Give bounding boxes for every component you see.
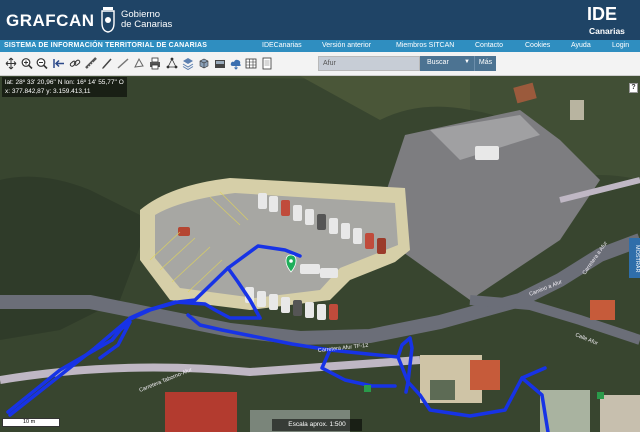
top-navigation: SISTEMA DE INFORMACIÓN TERRITORIAL DE CA…	[0, 40, 640, 52]
more-button[interactable]: Más	[474, 56, 496, 71]
search-button-label: Buscar	[427, 59, 449, 66]
zoom-out-icon[interactable]	[36, 57, 48, 70]
help-button[interactable]: ?	[629, 83, 638, 93]
search-input[interactable]: Afur	[318, 56, 420, 71]
gobierno-line2: de Canarias	[121, 19, 173, 30]
canarias-shield-icon	[101, 7, 115, 33]
nav-link-version-anterior[interactable]: Versión anterior	[322, 42, 371, 49]
orthophoto-layer: Carretera Taborno-Afur Carretera Afur TF…	[0, 76, 640, 432]
coordinate-utm: x: 377.842,87 y: 3.159.413,11	[5, 88, 91, 95]
search-button[interactable]: Buscar ▼	[420, 56, 474, 71]
polygon-icon[interactable]	[133, 57, 145, 70]
coordinate-latlon: lat: 28º 33' 20,96'' N lon: 16º 14' 55,7…	[5, 79, 124, 86]
zoom-in-icon[interactable]	[21, 57, 33, 70]
side-panel-toggle[interactable]: MOSTRAR	[629, 238, 640, 278]
measure-icon[interactable]	[85, 57, 97, 70]
ide-subtitle: Canarias	[589, 26, 625, 36]
system-title: SISTEMA DE INFORMACIÓN TERRITORIAL DE CA…	[4, 42, 208, 49]
nav-link-cookies[interactable]: Cookies	[525, 42, 550, 49]
chevron-down-icon: ▼	[464, 59, 470, 65]
nav-link-idecanarias[interactable]: IDECanarias	[262, 42, 302, 49]
line-icon[interactable]	[117, 57, 129, 70]
cloud-icon[interactable]	[230, 57, 242, 70]
pan-icon[interactable]	[5, 57, 17, 70]
scale-bar-label: 10 m	[23, 419, 36, 425]
grafcan-logo[interactable]: GRAFCAN	[6, 11, 95, 31]
network-icon[interactable]	[166, 57, 178, 70]
map-canvas[interactable]: Carretera Taborno-Afur Carretera Afur TF…	[0, 76, 640, 432]
nav-link-login[interactable]: Login	[612, 42, 629, 49]
gobierno-logo[interactable]: Gobierno de Canarias	[121, 10, 172, 30]
scale-footer: Escala aprox. 1:500	[272, 419, 362, 431]
3d-icon[interactable]	[198, 57, 210, 70]
nav-link-miembros-sitcan[interactable]: Miembros SITCAN	[396, 42, 454, 49]
previous-view-icon[interactable]	[53, 57, 65, 70]
nav-link-contacto[interactable]: Contacto	[475, 42, 503, 49]
ide-logo[interactable]: IDE	[587, 4, 617, 25]
coordinate-readout: lat: 28º 33' 20,96'' N lon: 16º 14' 55,7…	[2, 77, 127, 97]
box-icon[interactable]	[214, 57, 226, 70]
scale-bar: 10 m	[2, 418, 60, 427]
print-icon[interactable]	[149, 57, 161, 70]
map-viewer-app: GRAFCAN Gobierno de Canarias IDE Canaria…	[0, 0, 640, 432]
header-banner: GRAFCAN Gobierno de Canarias IDE Canaria…	[0, 0, 640, 40]
map-toolbar: Afur Buscar ▼ Más	[0, 52, 640, 76]
nav-link-ayuda[interactable]: Ayuda	[571, 42, 591, 49]
table-icon[interactable]	[245, 57, 257, 70]
link-icon[interactable]	[69, 57, 81, 70]
layers-icon[interactable]	[182, 57, 194, 70]
document-icon[interactable]	[261, 57, 273, 70]
draw-icon[interactable]	[101, 57, 113, 70]
